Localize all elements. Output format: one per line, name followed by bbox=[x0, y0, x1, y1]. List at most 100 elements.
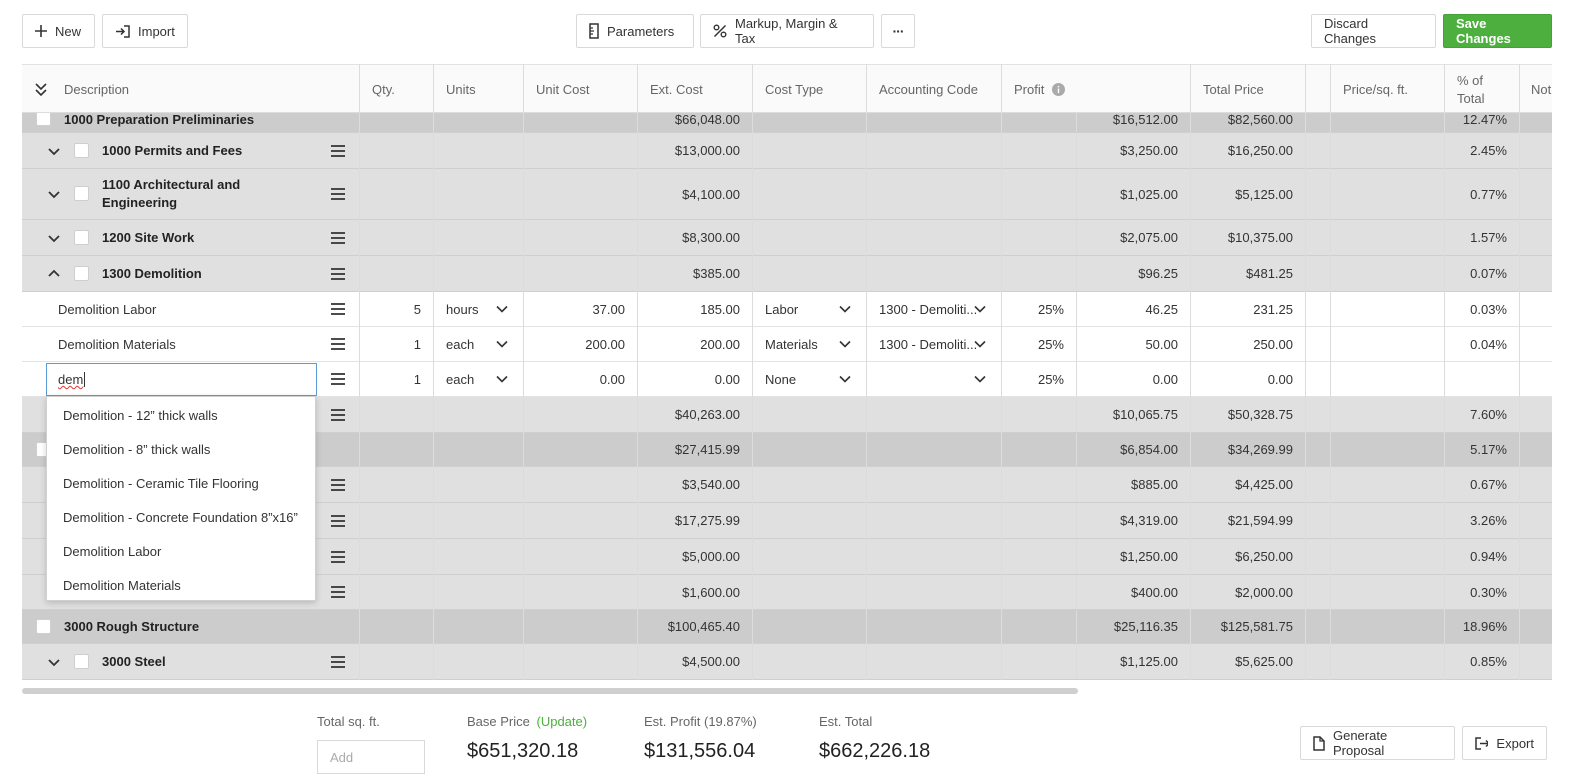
qty-field[interactable]: 1 bbox=[360, 362, 433, 396]
table-row: 1300 Demolition $385.00 $96.25 $481.25 0.07% bbox=[22, 256, 1552, 292]
row-menu-icon[interactable] bbox=[330, 144, 346, 158]
row-menu-icon[interactable] bbox=[330, 231, 346, 245]
pct-total-value bbox=[1445, 362, 1519, 396]
row-checkbox[interactable] bbox=[74, 142, 89, 158]
autocomplete-option[interactable]: Demolition - Concrete Foundation 8”x16” bbox=[63, 510, 298, 525]
col-notes[interactable]: Not bbox=[1519, 65, 1551, 114]
unit-cost-field[interactable]: 37.00 bbox=[524, 292, 637, 326]
export-button[interactable]: Export bbox=[1462, 726, 1547, 760]
col-description[interactable]: Description bbox=[52, 65, 352, 114]
units-select[interactable]: hours bbox=[434, 292, 523, 326]
qty-field[interactable]: 1 bbox=[360, 327, 433, 361]
chevron-down-icon[interactable] bbox=[46, 654, 62, 670]
total-price-value: $481.25 bbox=[1246, 266, 1293, 281]
chevron-down-icon[interactable] bbox=[46, 230, 62, 246]
chevron-down-icon bbox=[496, 375, 508, 383]
col-accounting-code[interactable]: Accounting Code bbox=[867, 65, 978, 114]
total-price-value: 231.25 bbox=[1253, 301, 1293, 317]
col-total-price[interactable]: Total Price bbox=[1191, 65, 1264, 114]
row-checkbox[interactable] bbox=[36, 111, 51, 126]
text-caret bbox=[84, 372, 86, 387]
row-menu-icon[interactable] bbox=[330, 478, 346, 492]
profit-divider bbox=[1076, 610, 1077, 643]
generate-proposal-button[interactable]: Generate Proposal bbox=[1300, 726, 1455, 760]
row-description[interactable]: Demolition Materials bbox=[46, 327, 176, 361]
autocomplete-option[interactable]: Demolition Materials bbox=[63, 578, 181, 593]
chevron-down-icon[interactable] bbox=[46, 186, 62, 202]
pct-total-value: 18.96% bbox=[1462, 619, 1507, 634]
markup-field[interactable]: 25% bbox=[1002, 292, 1076, 326]
row-menu-icon[interactable] bbox=[330, 302, 346, 316]
sqft-input[interactable]: Add bbox=[317, 740, 425, 774]
qty-field[interactable]: 5 bbox=[360, 292, 433, 326]
row-description: 3000 Rough Structure bbox=[64, 619, 200, 634]
row-checkbox[interactable] bbox=[74, 653, 89, 669]
row-checkbox[interactable] bbox=[74, 186, 89, 201]
horizontal-scrollbar[interactable] bbox=[22, 688, 1078, 694]
col-ext-cost[interactable]: Ext. Cost bbox=[638, 65, 703, 114]
autocomplete-option[interactable]: Demolition - 12” thick walls bbox=[63, 408, 218, 423]
row-menu-icon[interactable] bbox=[330, 655, 346, 669]
profit-divider bbox=[1076, 220, 1077, 255]
profit-value: $6,854.00 bbox=[1120, 442, 1178, 457]
profit-value: $2,075.00 bbox=[1120, 230, 1178, 245]
document-icon bbox=[1313, 735, 1325, 751]
col-price-sqft[interactable]: Price/sq. ft. bbox=[1331, 65, 1408, 114]
autocomplete-option[interactable]: Demolition - Ceramic Tile Flooring bbox=[63, 476, 259, 491]
unit-cost-field[interactable]: 200.00 bbox=[524, 327, 637, 361]
col-cost-type[interactable]: Cost Type bbox=[753, 65, 823, 114]
ellipsis-icon: ··· bbox=[892, 23, 905, 39]
table-row: 3000 Steel $4,500.00 $1,125.00 $5,625.00 0.8… bbox=[22, 644, 1552, 680]
row-menu-icon[interactable] bbox=[330, 372, 346, 386]
col-unit-cost[interactable]: Unit Cost bbox=[524, 65, 589, 114]
chevron-up-icon[interactable] bbox=[46, 266, 62, 282]
col-units[interactable]: Units bbox=[434, 65, 476, 114]
row-checkbox[interactable] bbox=[74, 229, 89, 245]
save-changes-button[interactable]: Save Changes bbox=[1443, 14, 1552, 48]
total-price-value: $5,625.00 bbox=[1235, 654, 1293, 669]
col-profit[interactable]: Profit bbox=[1002, 65, 1066, 114]
row-menu-icon[interactable] bbox=[330, 408, 346, 422]
units-select[interactable]: each bbox=[434, 362, 523, 396]
est-profit-label: Est. Profit (19.87%) bbox=[644, 714, 757, 729]
profit-divider bbox=[1076, 362, 1077, 396]
row-checkbox[interactable] bbox=[74, 265, 89, 281]
row-description[interactable]: Demolition Labor bbox=[46, 292, 156, 326]
pct-total-value: 3.26% bbox=[1470, 513, 1507, 528]
profit-divider bbox=[1076, 292, 1077, 326]
pct-total-value: 5.17% bbox=[1470, 442, 1507, 457]
update-link[interactable]: (Update) bbox=[537, 714, 588, 729]
info-icon[interactable] bbox=[1052, 83, 1066, 96]
chevron-down-icon[interactable] bbox=[46, 143, 62, 159]
discard-changes-button[interactable]: Discard Changes bbox=[1311, 14, 1436, 48]
markup-margin-tax-button[interactable]: Markup, Margin & Tax bbox=[700, 14, 874, 48]
ext-cost-value: $5,000.00 bbox=[682, 549, 740, 564]
import-button[interactable]: Import bbox=[102, 14, 188, 48]
unit-cost-field[interactable]: 0.00 bbox=[524, 362, 637, 396]
parameters-button[interactable]: Parameters bbox=[576, 14, 694, 48]
total-price-value: 0.00 bbox=[1267, 371, 1293, 387]
row-menu-icon[interactable] bbox=[330, 585, 346, 599]
row-checkbox[interactable] bbox=[36, 618, 51, 634]
row-menu-icon[interactable] bbox=[330, 514, 346, 528]
row-menu-icon[interactable] bbox=[330, 267, 346, 281]
col-qty[interactable]: Qty. bbox=[360, 65, 395, 114]
new-button[interactable]: New bbox=[22, 14, 95, 48]
collapse-all-icon[interactable] bbox=[34, 82, 48, 98]
col-pct-total[interactable]: % of Total bbox=[1445, 65, 1484, 114]
profit-value: 46.25 bbox=[1145, 301, 1178, 317]
chevron-down-icon bbox=[496, 305, 508, 313]
markup-field[interactable]: 25% bbox=[1002, 362, 1076, 396]
more-options-button[interactable]: ··· bbox=[881, 14, 915, 48]
row-menu-icon[interactable] bbox=[330, 550, 346, 564]
row-menu-icon[interactable] bbox=[330, 187, 346, 201]
autocomplete-option[interactable]: Demolition - 8” thick walls bbox=[63, 442, 210, 457]
autocomplete-option[interactable]: Demolition Labor bbox=[63, 544, 161, 559]
col-pct-total-line1: % of bbox=[1457, 72, 1484, 88]
markup-field[interactable]: 25% bbox=[1002, 327, 1076, 361]
profit-divider bbox=[1076, 503, 1077, 538]
profit-value: 50.00 bbox=[1145, 336, 1178, 352]
units-select[interactable]: each bbox=[434, 327, 523, 361]
row-menu-icon[interactable] bbox=[330, 337, 346, 351]
description-input[interactable]: dem bbox=[46, 363, 317, 396]
